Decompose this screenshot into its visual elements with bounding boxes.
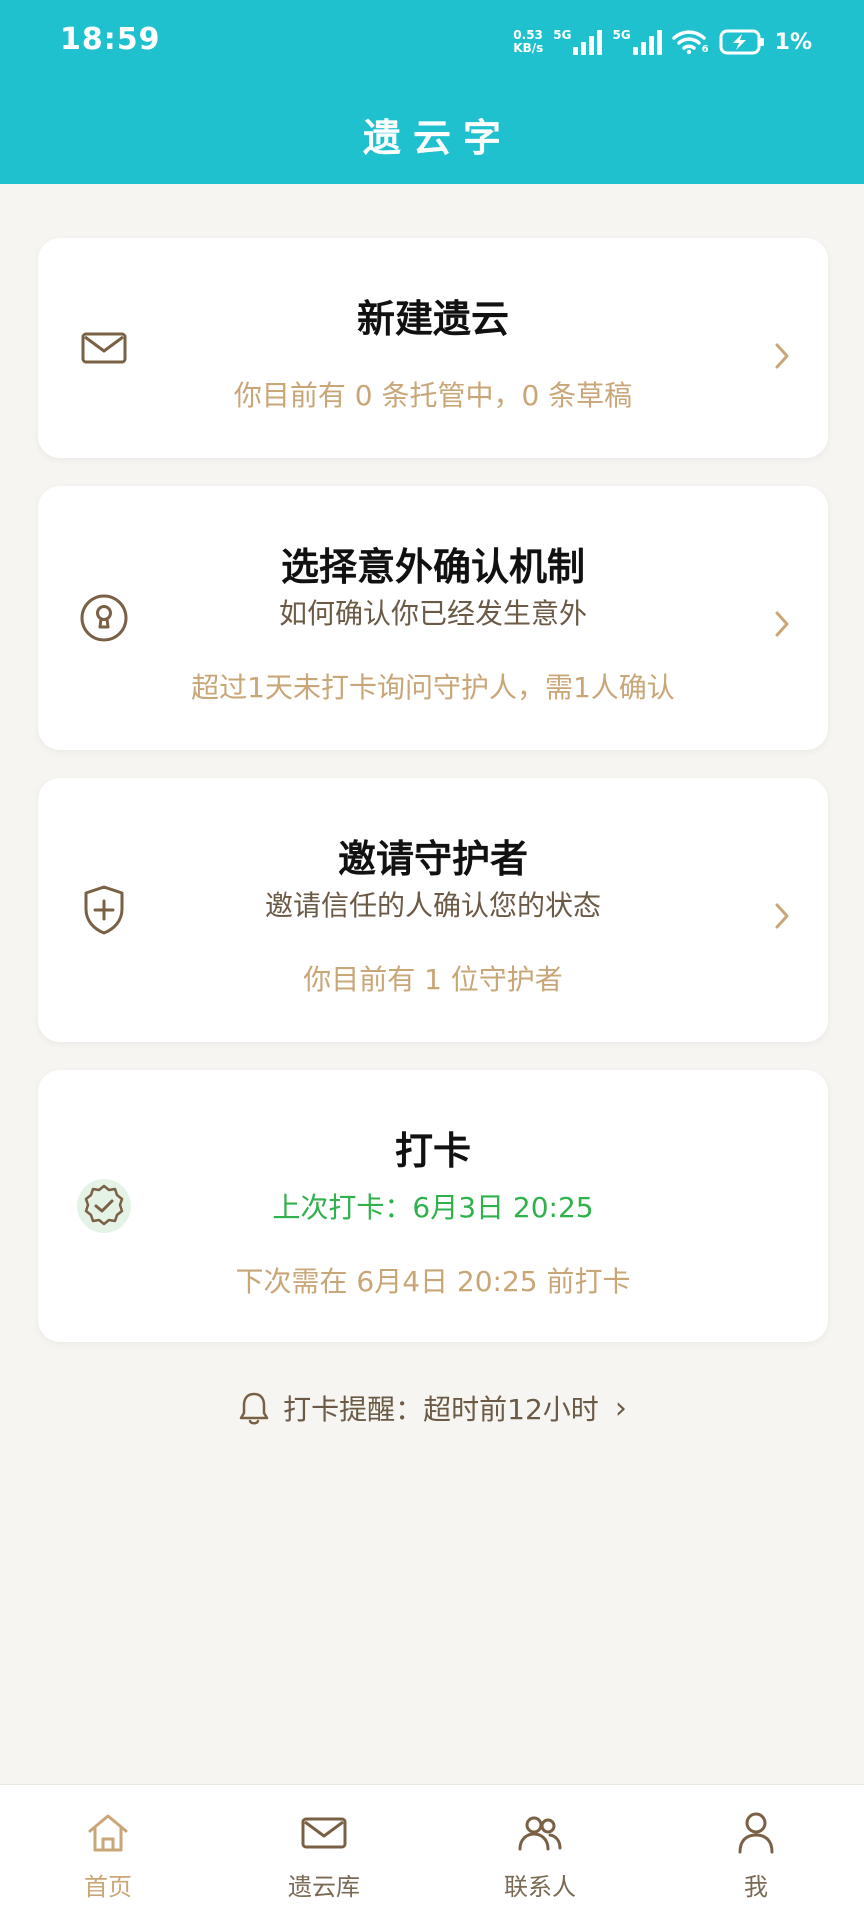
confirmation-mechanism-title: 选择意外确认机制 — [280, 545, 585, 589]
status-indicators: 0.53 KB/s 5G 5G 6 1% — [513, 22, 812, 62]
new-legacy-status: 你目前有 0 条托管中，0 条草稿 — [233, 379, 633, 412]
status-time: 18:59 — [60, 22, 161, 57]
chevron-right-icon — [770, 604, 794, 644]
sim2-tag: 5G — [612, 28, 631, 42]
chevron-right-icon: › — [614, 1390, 627, 1426]
nav-me[interactable]: 我 — [648, 1785, 864, 1921]
wifi-icon: 6 — [671, 29, 709, 55]
checkin-card[interactable]: 打卡 上次打卡：6月3日 20:25 下次需在 6月4日 20:25 前打卡 — [38, 1070, 828, 1342]
app-header: 遗云字 — [0, 84, 864, 184]
envelope-icon — [300, 1809, 348, 1857]
new-legacy-title: 新建遗云 — [356, 297, 509, 341]
nav-contacts[interactable]: 联系人 — [432, 1785, 648, 1921]
invite-guardian-subtitle: 邀请信任的人确认您的状态 — [264, 889, 601, 922]
next-checkin-deadline: 下次需在 6月4日 20:25 前打卡 — [235, 1265, 631, 1298]
invite-guardian-title: 邀请守护者 — [337, 837, 528, 881]
sim1-tag: 5G — [553, 28, 572, 42]
bell-icon — [237, 1390, 271, 1426]
home-icon — [84, 1809, 132, 1857]
contacts-icon — [516, 1809, 564, 1857]
nav-legacy-library-label: 遗云库 — [288, 1873, 360, 1901]
battery-percent: 1% — [774, 29, 812, 55]
checkin-reminder[interactable]: 打卡提醒：超时前12小时 › — [0, 1388, 864, 1428]
page-title: 遗云字 — [362, 115, 513, 160]
nav-legacy-library[interactable]: 遗云库 — [216, 1785, 432, 1921]
checkin-title: 打卡 — [394, 1129, 471, 1173]
invite-guardian-card[interactable]: 邀请守护者 邀请信任的人确认您的状态 你目前有 1 位守护者 — [38, 778, 828, 1042]
nav-me-label: 我 — [744, 1873, 768, 1901]
guardian-count: 你目前有 1 位守护者 — [303, 963, 563, 996]
confirmation-mechanism-card[interactable]: 选择意外确认机制 如何确认你已经发生意外 超过1天未打卡询问守护人，需1人确认 — [38, 486, 828, 750]
confirmation-mechanism-setting: 超过1天未打卡询问守护人，需1人确认 — [191, 671, 675, 704]
new-legacy-card[interactable]: 新建遗云 你目前有 0 条托管中，0 条草稿 — [38, 238, 828, 458]
battery-charging-icon — [719, 29, 765, 55]
chevron-right-icon — [770, 896, 794, 936]
wifi-tag: 6 — [701, 44, 709, 55]
sim2-signal-icon: 5G — [612, 28, 662, 55]
chevron-right-icon — [770, 336, 794, 376]
confirmation-mechanism-subtitle: 如何确认你已经发生意外 — [278, 597, 587, 630]
network-speed: 0.53 KB/s — [513, 29, 543, 55]
last-checkin: 上次打卡：6月3日 20:25 — [272, 1191, 594, 1224]
status-bar: 18:59 0.53 KB/s 5G 5G 6 1% — [0, 0, 864, 84]
network-speed-unit: KB/s — [513, 41, 544, 55]
nav-home-label: 首页 — [84, 1873, 132, 1901]
person-icon — [732, 1809, 780, 1857]
bottom-nav: 首页 遗云库 联系人 我 — [0, 1784, 864, 1921]
nav-contacts-label: 联系人 — [504, 1873, 576, 1901]
checkin-reminder-text: 打卡提醒：超时前12小时 — [283, 1393, 599, 1426]
nav-home[interactable]: 首页 — [0, 1785, 216, 1921]
sim1-signal-icon: 5G — [553, 28, 603, 55]
